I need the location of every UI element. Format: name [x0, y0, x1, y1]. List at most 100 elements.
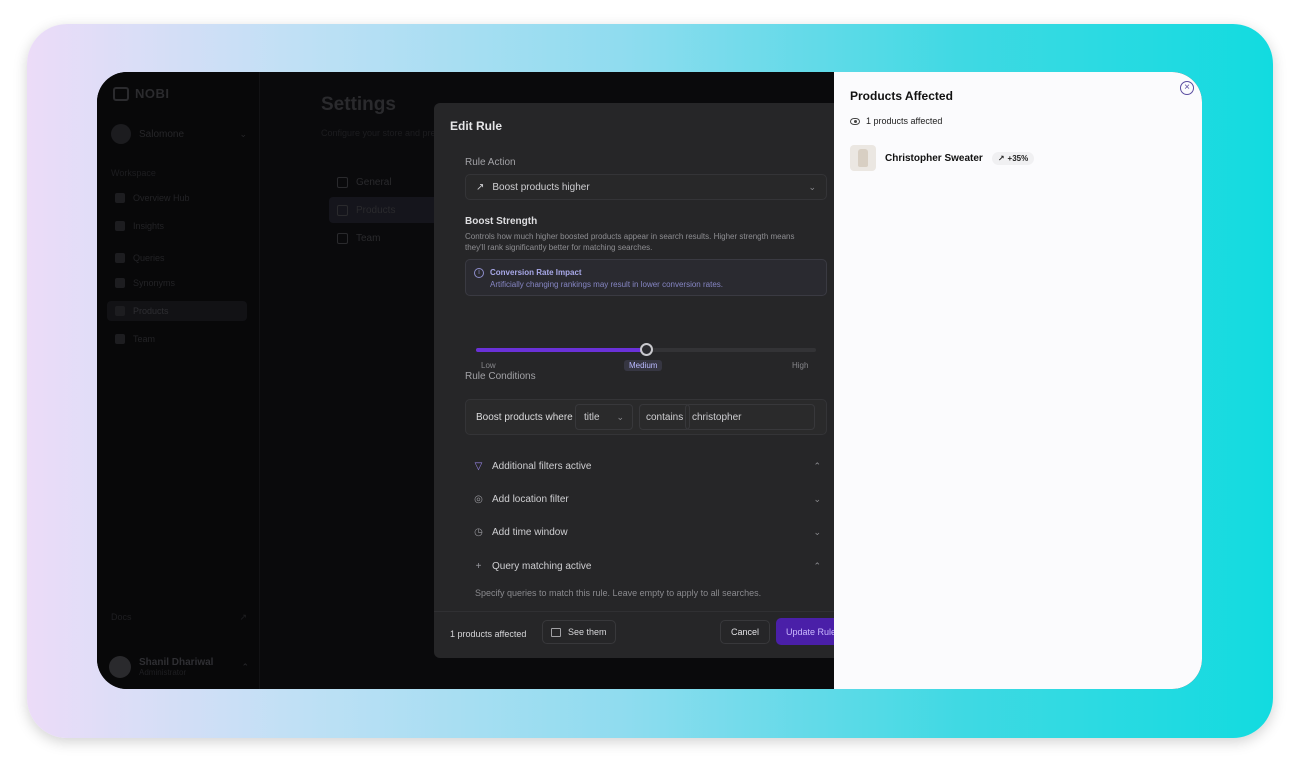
tab-label: Products	[356, 204, 396, 216]
affected-count: 1 products affected	[450, 629, 527, 639]
insights-icon	[115, 221, 125, 231]
query-matching-hint: Specify queries to match this rule. Leav…	[475, 588, 762, 598]
boost-strength-slider[interactable]	[476, 343, 816, 356]
cancel-label: Cancel	[731, 627, 760, 637]
filter-icon: ▽	[474, 460, 483, 472]
trending-up-icon: ↗	[997, 153, 1005, 163]
external-link-icon: ↗	[239, 612, 247, 622]
accordion-label: Query matching active	[492, 560, 592, 572]
app-window: NOBI Salomone ⌄ Workspace Overview Hub In…	[97, 72, 1202, 689]
accordion-label: Add location filter	[492, 493, 569, 505]
rule-action-select[interactable]: ↗ Boost products higher ⌄	[465, 174, 827, 200]
boost-strength-title: Boost Strength	[465, 216, 538, 227]
slider-label-high: High	[792, 361, 809, 370]
sidebar-item-label: Insights	[133, 221, 165, 231]
sidebar-item-queries[interactable]: Queries	[107, 248, 247, 268]
accordion-query-matching[interactable]: + Query matching active ⌃	[465, 555, 827, 577]
page-title: Settings	[321, 94, 396, 115]
slider-label-low: Low	[481, 361, 496, 370]
dialog-footer: 1 products affected See them Cancel Upda…	[434, 611, 854, 658]
overview-icon	[115, 193, 125, 203]
users-icon	[337, 232, 348, 244]
workspace-switcher[interactable]: Salomone ⌄	[111, 122, 247, 146]
rule-conditions-label: Rule Conditions	[465, 371, 536, 382]
sidebar-item-team[interactable]: Team	[107, 329, 247, 349]
condition-field-select[interactable]: title ⌄	[575, 404, 633, 430]
workspace-name: Salomone	[139, 128, 185, 140]
list-item[interactable]: Christopher Sweater ↗ +35%	[850, 145, 1035, 171]
impact-title: Conversion Rate Impact	[490, 268, 582, 277]
user-info: Shanil Dhariwal Administrator	[139, 657, 213, 677]
sidebar-item-label: Products	[133, 306, 169, 316]
see-them-label: See them	[568, 627, 607, 637]
plus-icon: +	[475, 560, 482, 572]
synonyms-icon	[115, 278, 125, 288]
chevron-up-icon: ⌃	[813, 560, 821, 571]
condition-operator-value: contains	[646, 411, 684, 423]
logo-icon	[113, 86, 129, 101]
product-name: Christopher Sweater	[885, 152, 983, 164]
chevron-updown-icon: ⌃	[241, 661, 249, 672]
user-role: Administrator	[139, 668, 187, 677]
chevron-down-icon: ⌄	[813, 526, 821, 537]
sidebar-item-synonyms[interactable]: Synonyms	[107, 273, 247, 293]
boost-badge: ↗ +35%	[991, 151, 1035, 165]
queries-icon	[115, 253, 125, 263]
chevron-up-icon: ⌃	[813, 460, 821, 471]
location-icon: ◎	[474, 493, 483, 505]
see-them-button[interactable]: See them	[542, 620, 616, 644]
rule-action-label: Rule Action	[465, 157, 516, 168]
accordion-label: Additional filters active	[492, 460, 592, 472]
boost-badge-text: +35%	[1007, 153, 1029, 163]
sidebar-footer-link[interactable]: Docs ↗	[111, 612, 247, 623]
rule-condition-row: Boost products where title ⌄ contains chr…	[465, 399, 827, 435]
gear-icon	[337, 176, 348, 188]
user-name: Shanil Dhariwal	[139, 657, 214, 668]
sidebar-item-insights[interactable]: Insights	[107, 216, 247, 236]
user-menu[interactable]: Shanil Dhariwal Administrator ⌃	[109, 652, 249, 682]
slider-handle[interactable]	[640, 343, 653, 356]
chevron-down-icon: ⌄	[616, 411, 624, 422]
slider-label-medium: Medium	[624, 360, 663, 371]
condition-value-text: christopher	[692, 411, 742, 423]
sidebar-item-overview[interactable]: Overview Hub	[107, 188, 247, 208]
sidebar-item-label: Overview Hub	[133, 193, 190, 203]
trending-up-icon: ↗	[476, 181, 485, 193]
condition-operator[interactable]: contains	[639, 404, 691, 430]
sidebar-item-products[interactable]: Products	[107, 301, 247, 321]
chevron-down-icon: ⌄	[239, 128, 247, 139]
sidebar-footer-label: Docs	[111, 612, 132, 622]
panel-count: 1 products affected	[850, 116, 942, 126]
box-icon	[337, 204, 348, 216]
clock-icon: ◷	[474, 526, 483, 538]
logo-text: NOBI	[135, 86, 170, 101]
eye-icon	[850, 117, 860, 125]
cancel-button[interactable]: Cancel	[720, 620, 771, 644]
products-icon	[115, 306, 125, 316]
accordion-additional-filters[interactable]: ▽ Additional filters active ⌃	[465, 455, 827, 477]
accordion-location-filter[interactable]: ◎ Add location filter ⌄	[465, 488, 827, 510]
update-rule-label: Update Rule	[786, 626, 837, 637]
dialog-title: Edit Rule	[450, 119, 503, 133]
tab-team[interactable]: Team	[329, 225, 439, 251]
chevron-down-icon: ⌄	[808, 181, 816, 192]
accordion-time-window[interactable]: ◷ Add time window ⌄	[465, 521, 827, 543]
workspace-avatar	[111, 124, 131, 144]
panel-count-text: 1 products affected	[866, 116, 943, 126]
condition-value-input[interactable]: christopher	[685, 404, 815, 430]
tab-label: Team	[356, 232, 381, 244]
tab-general[interactable]: General	[329, 169, 439, 195]
tab-products[interactable]: Products	[329, 197, 439, 223]
panel-icon	[551, 627, 561, 637]
condition-field-value: title	[584, 411, 600, 423]
boost-strength-description: Controls how much higher boosted product…	[465, 232, 795, 252]
logo: NOBI	[113, 86, 170, 101]
team-icon	[115, 334, 125, 344]
info-icon: i	[474, 268, 484, 278]
accordion-label: Add time window	[492, 526, 568, 538]
tab-label: General	[356, 176, 392, 188]
sidebar-group-label: Workspace	[111, 168, 156, 178]
close-icon[interactable]: ×	[1180, 81, 1194, 95]
sidebar-item-label: Synonyms	[133, 278, 176, 288]
slider-fill	[476, 348, 646, 352]
